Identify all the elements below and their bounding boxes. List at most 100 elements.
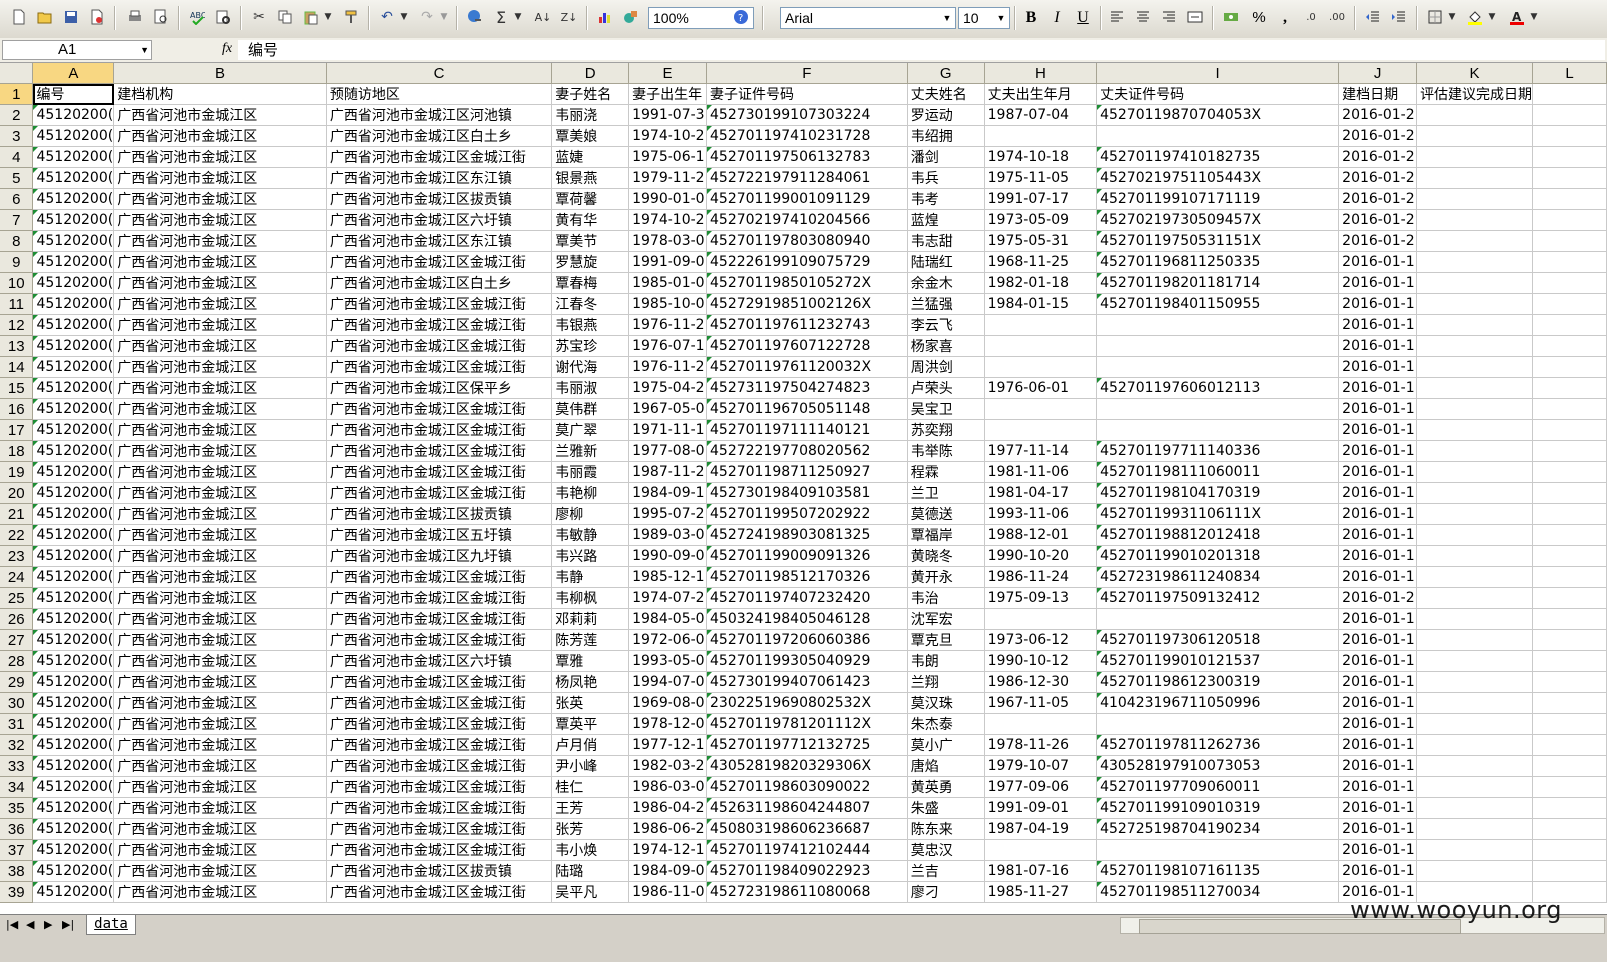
cell-a8[interactable]: 45120200( [32, 230, 115, 252]
cell-e20[interactable]: 1984-09-1 [628, 482, 708, 504]
cell-b25[interactable]: 广西省河池市金城江区 [113, 587, 327, 609]
cell-h13[interactable] [984, 335, 1098, 357]
cell-i15[interactable]: 452701197606012113 [1096, 377, 1340, 399]
cell-j33[interactable]: 2016-01-1 [1338, 755, 1418, 777]
cell-d25[interactable]: 韦柳枫 [551, 587, 630, 609]
cell-d18[interactable]: 兰雅新 [551, 440, 630, 462]
cell-a23[interactable]: 45120200( [32, 545, 115, 567]
cell-h17[interactable] [984, 419, 1098, 441]
cell-k21[interactable] [1416, 503, 1534, 525]
cell-k9[interactable] [1416, 251, 1534, 273]
cell-h39[interactable]: 1985-11-27 [984, 881, 1098, 903]
cell-k37[interactable] [1416, 839, 1534, 861]
column-header-i[interactable]: I [1096, 63, 1340, 84]
cell-d4[interactable]: 蓝婕 [551, 146, 630, 168]
cell-g33[interactable]: 唐焰 [907, 755, 985, 777]
cell-i32[interactable]: 452701197811262736 [1096, 734, 1340, 756]
cell-d20[interactable]: 韦艳柳 [551, 482, 630, 504]
cell-k20[interactable] [1416, 482, 1534, 504]
cell-j11[interactable]: 2016-01-1 [1338, 293, 1418, 315]
row-header[interactable]: 31 [0, 713, 34, 735]
cell-h19[interactable]: 1981-11-06 [984, 461, 1098, 483]
last-sheet-icon[interactable]: ▶| [62, 918, 74, 931]
row-header[interactable]: 5 [0, 167, 34, 189]
cell-f14[interactable]: 45270119761120032X [706, 356, 908, 378]
row-header[interactable]: 37 [0, 839, 34, 861]
row-header[interactable]: 3 [0, 125, 34, 147]
cell-b11[interactable]: 广西省河池市金城江区 [113, 293, 327, 315]
cell-k3[interactable] [1416, 125, 1534, 147]
hyperlink-icon[interactable] [464, 6, 486, 28]
cell-j19[interactable]: 2016-01-1 [1338, 461, 1418, 483]
cell-h32[interactable]: 1978-11-26 [984, 734, 1098, 756]
cell-f17[interactable]: 452701197111140121 [706, 419, 908, 441]
row-header[interactable]: 9 [0, 251, 34, 273]
cell-e39[interactable]: 1986-11-0 [628, 881, 708, 903]
format-painter-icon[interactable] [340, 6, 362, 28]
row-header[interactable]: 24 [0, 566, 34, 588]
cell-g12[interactable]: 李云飞 [907, 314, 985, 336]
cell-k29[interactable] [1416, 671, 1534, 693]
cell-h23[interactable]: 1990-10-20 [984, 545, 1098, 567]
cell-e11[interactable]: 1985-10-0 [628, 293, 708, 315]
cell-i29[interactable]: 452701198612300319 [1096, 671, 1340, 693]
cell-i5[interactable]: 45270219751105443X [1096, 167, 1340, 189]
column-header-f[interactable]: F [706, 63, 908, 84]
cell-j38[interactable]: 2016-01-1 [1338, 860, 1418, 882]
cell-h18[interactable]: 1977-11-14 [984, 440, 1098, 462]
cell-b17[interactable]: 广西省河池市金城江区 [113, 419, 327, 441]
cell-i17[interactable] [1096, 419, 1340, 441]
cell-g39[interactable]: 廖刁 [907, 881, 985, 903]
cell-k5[interactable] [1416, 167, 1534, 189]
paste-dropdown-icon[interactable]: ▼ [322, 6, 334, 28]
cell-i39[interactable]: 452701198511270034 [1096, 881, 1340, 903]
cell-d16[interactable]: 莫伟群 [551, 398, 630, 420]
cell-a29[interactable]: 45120200( [32, 671, 115, 693]
cell-c12[interactable]: 广西省河池市金城江区金城江街 [326, 314, 553, 336]
cell-h27[interactable]: 1973-06-12 [984, 629, 1098, 651]
cell-h8[interactable]: 1975-05-31 [984, 230, 1098, 252]
cell-l15[interactable] [1532, 377, 1607, 399]
column-header-a[interactable]: A [32, 63, 115, 84]
comma-button[interactable]: , [1274, 7, 1296, 29]
cell-k1[interactable]: 评估建议完成日期 [1416, 83, 1534, 105]
cell-a38[interactable]: 45120200( [32, 860, 115, 882]
cell-k38[interactable] [1416, 860, 1534, 882]
merge-center-icon[interactable] [1184, 6, 1206, 28]
cell-c33[interactable]: 广西省河池市金城江区金城江街 [326, 755, 553, 777]
cell-j23[interactable]: 2016-01-1 [1338, 545, 1418, 567]
first-sheet-icon[interactable]: |◀ [6, 918, 18, 931]
cell-g18[interactable]: 韦举陈 [907, 440, 985, 462]
cell-d36[interactable]: 张芳 [551, 818, 630, 840]
cell-k28[interactable] [1416, 650, 1534, 672]
cell-f15[interactable]: 452731197504274823 [706, 377, 908, 399]
cell-a10[interactable]: 45120200( [32, 272, 115, 294]
cell-a25[interactable]: 45120200( [32, 587, 115, 609]
cell-h15[interactable]: 1976-06-01 [984, 377, 1098, 399]
cell-i20[interactable]: 452701198104170319 [1096, 482, 1340, 504]
cell-e19[interactable]: 1987-11-2 [628, 461, 708, 483]
cell-h11[interactable]: 1984-01-15 [984, 293, 1098, 315]
cell-k36[interactable] [1416, 818, 1534, 840]
cell-k10[interactable] [1416, 272, 1534, 294]
cell-c8[interactable]: 广西省河池市金城江区东江镇 [326, 230, 553, 252]
cell-d23[interactable]: 韦兴路 [551, 545, 630, 567]
cell-e36[interactable]: 1986-06-2 [628, 818, 708, 840]
cell-d15[interactable]: 韦丽淑 [551, 377, 630, 399]
cell-j1[interactable]: 建档日期 [1338, 83, 1418, 105]
cell-l25[interactable] [1532, 587, 1607, 609]
cell-j21[interactable]: 2016-01-1 [1338, 503, 1418, 525]
cell-b36[interactable]: 广西省河池市金城江区 [113, 818, 327, 840]
cell-g5[interactable]: 韦兵 [907, 167, 985, 189]
cell-g35[interactable]: 朱盛 [907, 797, 985, 819]
cell-b33[interactable]: 广西省河池市金城江区 [113, 755, 327, 777]
cell-b26[interactable]: 广西省河池市金城江区 [113, 608, 327, 630]
row-header[interactable]: 10 [0, 272, 34, 294]
cell-j16[interactable]: 2016-01-1 [1338, 398, 1418, 420]
cell-e17[interactable]: 1971-11-1 [628, 419, 708, 441]
increase-indent-icon[interactable] [1388, 6, 1410, 28]
cell-d33[interactable]: 尹小峰 [551, 755, 630, 777]
cell-j29[interactable]: 2016-01-1 [1338, 671, 1418, 693]
cell-c16[interactable]: 广西省河池市金城江区金城江街 [326, 398, 553, 420]
cell-l14[interactable] [1532, 356, 1607, 378]
